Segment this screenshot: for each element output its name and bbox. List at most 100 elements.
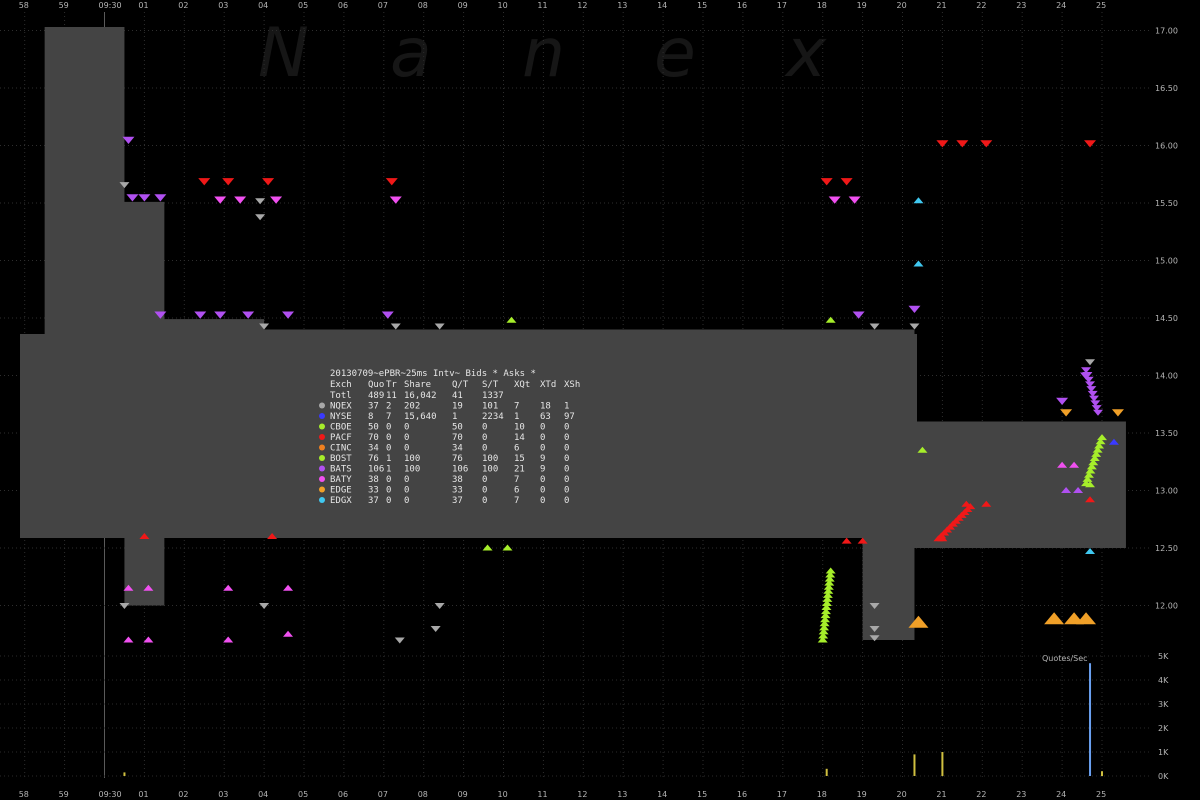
volume-tick-label: 2K — [1158, 724, 1169, 733]
stats-cell: 0 — [386, 444, 391, 454]
stats-cell: 0 — [540, 433, 545, 443]
y-tick-label: 15.00 — [1155, 257, 1178, 266]
stats-cell: 100 — [404, 465, 420, 475]
stats-header: XSh — [564, 380, 580, 390]
x-tick-label: 10 — [498, 790, 508, 799]
x-tick-label: 08 — [418, 790, 428, 799]
quote-marker — [1085, 359, 1096, 366]
stats-cell: 0 — [564, 486, 569, 496]
x-tick-label: 13 — [617, 790, 627, 799]
x-tick-label: 21 — [936, 790, 946, 799]
stats-cell: 76 — [368, 454, 379, 464]
stats-cell: PACF — [330, 433, 352, 443]
volume-label: Quotes/Sec — [1042, 654, 1088, 663]
stats-cell: 0 — [482, 444, 487, 454]
stats-cell: 100 — [482, 454, 498, 464]
x-tick-label: 59 — [59, 1, 69, 10]
x-tick-label: 58 — [19, 1, 29, 10]
stats-box-background — [20, 334, 917, 538]
quote-marker — [825, 567, 836, 574]
x-tick-label: 03 — [218, 790, 228, 799]
stats-cell: 15,640 — [404, 412, 437, 422]
stats-cell: 0 — [540, 444, 545, 454]
stats-legend-marker — [319, 465, 325, 472]
volume-tick-label: 1K — [1158, 748, 1169, 757]
volume-tick-label: 0K — [1158, 772, 1169, 781]
stats-cell: 18 — [540, 402, 551, 412]
stats-cell: 33 — [368, 486, 379, 496]
volume-axis: Quotes/Sec 5K 4K 3K 2K 1K 0K — [1042, 652, 1169, 781]
quote-marker — [502, 544, 513, 551]
x-tick-label: 16 — [737, 790, 747, 799]
stats-cell: 76 — [452, 454, 463, 464]
stats-cell: 0 — [404, 433, 409, 443]
x-tick-label: 15 — [697, 1, 707, 10]
quote-marker — [1084, 140, 1097, 148]
stats-cell: 97 — [564, 412, 575, 422]
watermark-letter: N — [258, 14, 309, 93]
x-tick-label: 17 — [777, 790, 787, 799]
y-tick-label: 17.00 — [1155, 27, 1178, 36]
y-tick-label: 16.50 — [1155, 84, 1178, 93]
x-tick-label: 09 — [458, 790, 468, 799]
quote-marker — [913, 260, 924, 267]
y-axis-right: 17.00 16.50 16.00 15.50 15.00 14.50 14.00 13.50… — [1155, 27, 1178, 611]
bbo-area — [44, 27, 1126, 641]
y-tick-label: 12.00 — [1155, 602, 1178, 611]
x-tick-label: 21 — [936, 1, 946, 10]
quote-marker — [913, 197, 924, 204]
stats-cell: 0 — [564, 475, 569, 485]
price-chart: N a n e x 58 59 09:30 01 02 03 04 05 06 07 08 09 10 1… — [0, 1, 1178, 799]
stats-cell: 37 — [368, 496, 379, 506]
stats-cell: 0 — [386, 475, 391, 485]
x-tick-label: 09 — [458, 1, 468, 10]
x-tick-label: 02 — [178, 790, 188, 799]
volume-bar — [1089, 663, 1092, 776]
stats-legend-marker — [319, 423, 325, 430]
watermark-letter: a — [390, 14, 432, 93]
stats-cell: 0 — [404, 444, 409, 454]
quote-marker — [223, 584, 234, 591]
x-tick-label: 03 — [218, 1, 228, 10]
x-tick-label: 14 — [657, 1, 667, 10]
stats-legend-marker — [319, 444, 325, 451]
stats-cell: 1337 — [482, 391, 504, 401]
x-tick-label: 06 — [338, 790, 348, 799]
stats-cell: 38 — [452, 475, 463, 485]
x-tick-label: 20 — [897, 1, 907, 10]
quote-marker — [198, 178, 211, 186]
stats-cell: 0 — [540, 475, 545, 485]
volume-bar — [913, 754, 916, 776]
x-tick-label: 16 — [737, 1, 747, 10]
stats-cell: 8 — [368, 412, 373, 422]
x-tick-label: 17 — [777, 1, 787, 10]
quote-marker — [143, 636, 154, 643]
stats-cell: 100 — [404, 454, 420, 464]
quote-marker — [506, 316, 517, 323]
x-tick-label: 15 — [697, 790, 707, 799]
stats-cell: 21 — [514, 465, 525, 475]
volume-tick-label: 4K — [1158, 676, 1169, 685]
stats-cell: EDGE — [330, 486, 352, 496]
stats-cell: BOST — [330, 454, 352, 464]
x-tick-label: 23 — [1016, 790, 1026, 799]
x-tick-label: 24 — [1056, 790, 1066, 799]
x-tick-label: 14 — [657, 790, 667, 799]
stats-cell: 1 — [386, 465, 391, 475]
volume-bar — [1101, 771, 1103, 776]
stats-cell: 106 — [452, 465, 468, 475]
stats-cell: 0 — [482, 433, 487, 443]
stats-cell: 0 — [482, 496, 487, 506]
stats-cell: 0 — [386, 423, 391, 433]
stats-cell: 0 — [482, 486, 487, 496]
volume-bar — [123, 772, 126, 776]
stats-cell: 2 — [386, 402, 391, 412]
stats-cell: 7 — [514, 402, 519, 412]
stats-cell: 100 — [482, 465, 498, 475]
x-tick-label: 12 — [577, 1, 587, 10]
quote-marker — [841, 537, 852, 544]
quote-marker — [909, 323, 920, 330]
quote-marker — [936, 140, 949, 148]
stats-cell: BATY — [330, 475, 352, 485]
quote-marker — [956, 140, 969, 148]
